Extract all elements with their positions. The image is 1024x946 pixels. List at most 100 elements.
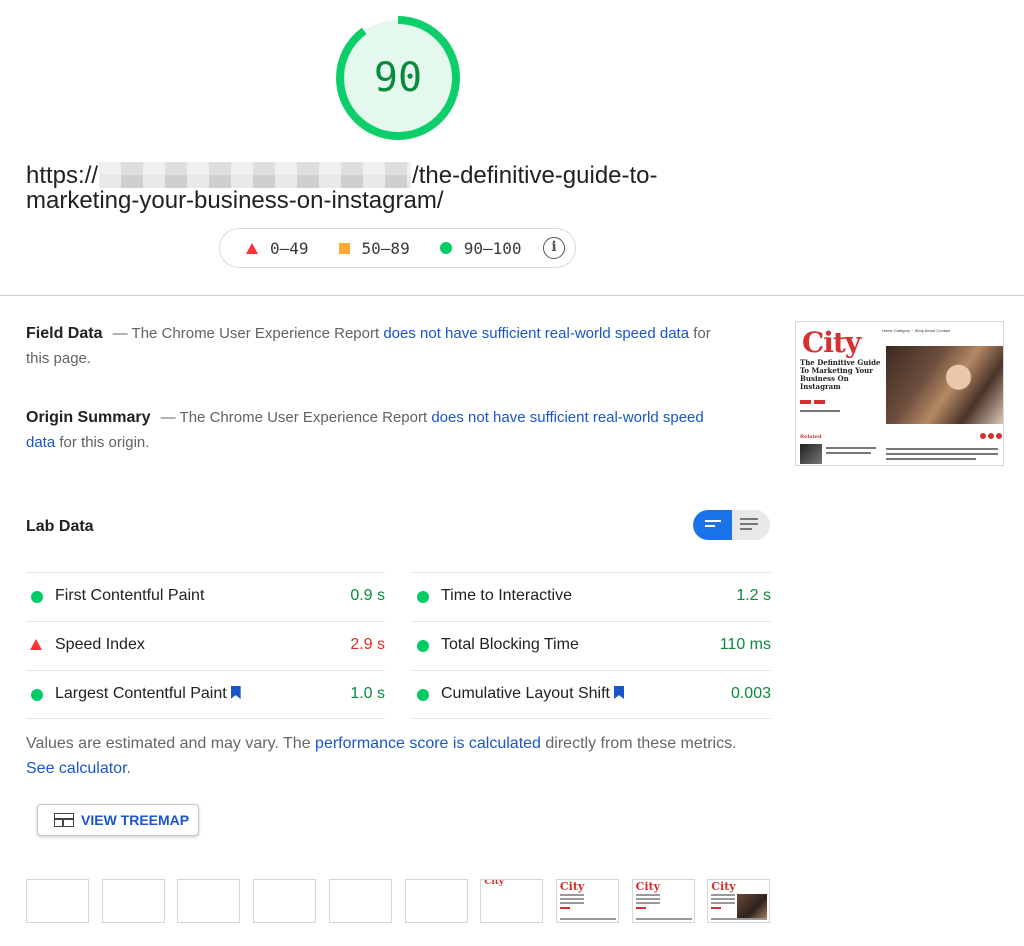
score-legend: 0–49 50–89 90–100 i [219, 228, 576, 268]
filmstrip-frame: City [555, 879, 619, 923]
frame-image [737, 894, 768, 918]
redacted-domain [99, 162, 412, 188]
legend-item-good: 90–100 [439, 238, 522, 258]
pass-indicator-icon [417, 591, 429, 603]
frame-text-line [559, 907, 570, 909]
filmstrip-frame [26, 879, 89, 923]
metrics-view-toggle[interactable] [693, 510, 770, 540]
screenshot-tag [814, 400, 825, 404]
metric-value: 110 ms [719, 636, 771, 653]
metric-speed-index: Speed Index 2.9 s [26, 621, 385, 670]
screenshot-social-icon [980, 433, 986, 439]
treemap-label: VIEW TREEMAP [81, 812, 190, 828]
performance-score-gauge: 90 [334, 14, 462, 142]
screenshot-logo: City [802, 326, 861, 359]
field-data-title: Field Data [26, 325, 103, 342]
bookmark-icon[interactable] [613, 686, 624, 699]
compact-view-icon[interactable] [693, 510, 732, 540]
frame-text-line [635, 894, 660, 896]
treemap-icon [54, 813, 74, 827]
frame-text-line [711, 894, 736, 896]
frame-text-line [635, 902, 660, 904]
screenshot-social-icon [988, 433, 994, 439]
origin-summary-text-after: for this origin. [59, 434, 150, 451]
screenshot-related-image [800, 444, 822, 464]
frame-logo: City [484, 879, 505, 887]
frame-text-line [711, 918, 768, 920]
note-text: directly from these metrics. [545, 735, 737, 752]
score-value: 90 [373, 55, 423, 101]
screenshot-headline: The Definitive Guide To Marketing Your B… [800, 358, 881, 391]
legend-item-average: 50–89 [338, 238, 410, 258]
screenshot-text-line [826, 447, 876, 449]
metric-largest-contentful-paint: Largest Contentful Paint 1.0 s [26, 670, 385, 719]
screenshot-text-line [826, 452, 871, 454]
field-data-link[interactable]: does not have sufficient real-world spee… [383, 325, 689, 342]
metric-value: 0.9 s [350, 587, 385, 604]
see-calculator-link[interactable]: See calculator [26, 760, 127, 777]
screenshot-text-line [800, 410, 840, 412]
url-path-line1: /the-definitive-guide-to- [412, 162, 658, 189]
origin-summary-section: Origin Summary — The Chrome User Experie… [26, 405, 716, 455]
screenshot-related-label: Related [800, 434, 822, 440]
frame-text-line [711, 898, 736, 900]
note-text: Values are estimated and may vary. The [26, 735, 311, 752]
frame-logo: City [559, 880, 585, 893]
screenshot-nav: Home Category ~ Shop About Contact [882, 328, 951, 333]
legend-item-poor: 0–49 [246, 239, 309, 258]
metric-name: Largest Contentful Paint [55, 685, 227, 702]
metric-name: Cumulative Layout Shift [441, 685, 610, 702]
metric-value: 1.0 s [350, 685, 385, 702]
bookmark-icon[interactable] [230, 686, 241, 699]
metric-name: First Contentful Paint [55, 587, 205, 604]
screenshot-text-line [886, 448, 998, 450]
legend-label-average: 50–89 [361, 238, 410, 258]
url-path-line2: marketing-your-business-on-instagram/ [26, 187, 444, 214]
section-divider [0, 295, 1024, 296]
final-screenshot[interactable]: City Home Category ~ Shop About Contact … [795, 321, 1004, 466]
metric-total-blocking-time: Total Blocking Time 110 ms [412, 621, 771, 670]
pass-indicator-icon [31, 689, 43, 701]
fail-indicator-icon [30, 639, 42, 650]
metric-name: Total Blocking Time [441, 636, 579, 653]
metric-first-contentful-paint: First Contentful Paint 0.9 s [26, 572, 385, 621]
lab-data-title: Lab Data [26, 518, 94, 535]
metrics-note: Values are estimated and may vary. The p… [26, 731, 746, 781]
metric-name-wrap: Cumulative Layout Shift [441, 685, 624, 703]
metric-value: 1.2 s [736, 587, 771, 604]
filmstrip-frame [253, 879, 317, 923]
frame-text-line [635, 898, 660, 900]
filmstrip-frame [328, 879, 392, 923]
field-data-section: Field Data — The Chrome User Experience … [26, 321, 716, 371]
page-url: https:// /the-definitive-guide-to- market… [26, 162, 726, 213]
performance-score-link[interactable]: performance score is calculated [315, 735, 541, 752]
metric-name-wrap: Largest Contentful Paint [55, 685, 241, 703]
view-treemap-button[interactable]: VIEW TREEMAP [37, 804, 199, 836]
screenshot-social-icon [996, 433, 1002, 439]
legend-label-good: 90–100 [463, 238, 522, 258]
filmstrip-frame [177, 879, 241, 923]
square-icon [338, 242, 350, 254]
metrics-column-left: First Contentful Paint 0.9 s Speed Index… [26, 572, 385, 719]
circle-icon [439, 242, 452, 254]
origin-summary-title: Origin Summary [26, 409, 151, 426]
filmstrip-frame: City [480, 879, 544, 923]
metric-time-to-interactive: Time to Interactive 1.2 s [412, 572, 771, 621]
frame-text-line [559, 898, 584, 900]
metric-name: Time to Interactive [441, 587, 573, 604]
frame-logo: City [635, 880, 660, 893]
frame-text-line [635, 918, 692, 920]
legend-label-poor: 0–49 [270, 238, 309, 258]
filmstrip-frame: City [631, 879, 695, 923]
screenshot-text-line [886, 453, 998, 455]
filmstrip-frame: City [707, 879, 771, 923]
info-icon[interactable]: i [543, 237, 565, 259]
filmstrip-frame [101, 879, 165, 923]
frame-text-line [711, 902, 736, 904]
metric-value: 0.003 [730, 685, 771, 702]
frame-text-line [559, 894, 584, 896]
pass-indicator-icon [31, 591, 43, 603]
origin-summary-text: — The Chrome User Experience Report [160, 409, 428, 426]
frame-text-line [635, 907, 646, 909]
metric-cumulative-layout-shift: Cumulative Layout Shift 0.003 [412, 670, 771, 719]
